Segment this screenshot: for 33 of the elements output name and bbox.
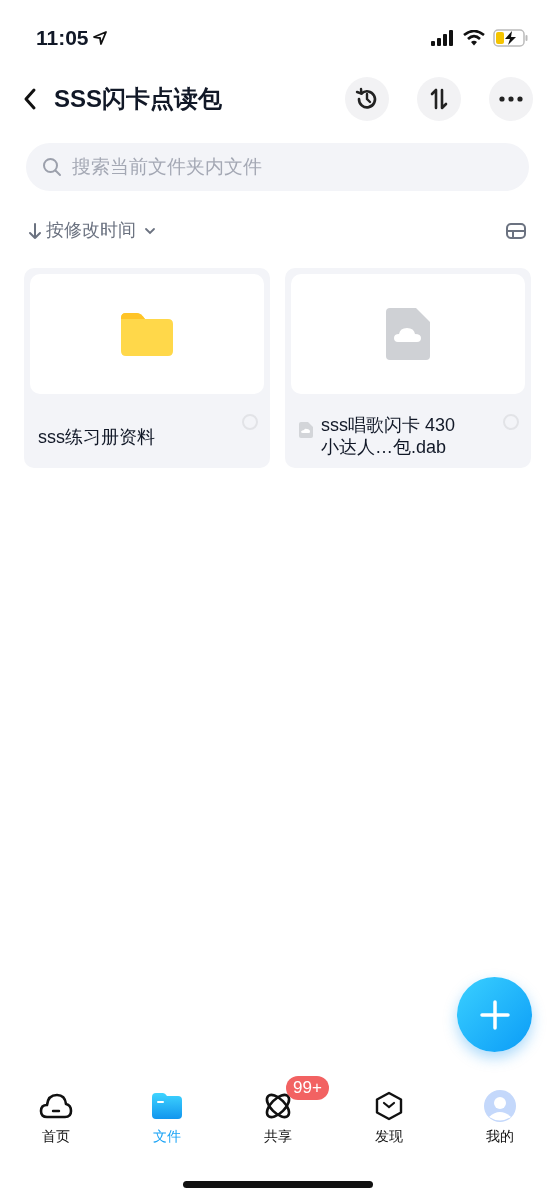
sort-dropdown[interactable]: 按修改时间	[28, 217, 156, 244]
more-icon	[499, 96, 523, 102]
tab-button[interactable]: 首页	[0, 1090, 111, 1147]
plus-icon	[478, 998, 511, 1031]
signal-icon	[431, 29, 455, 46]
folder-title: SSS闪卡点读包	[54, 84, 224, 114]
down-arrow-icon	[28, 221, 42, 240]
sort-button[interactable]	[417, 77, 461, 121]
search-field[interactable]: 搜索当前文件夹内文件	[26, 143, 529, 191]
folder-icon	[121, 312, 173, 356]
more-button[interactable]	[489, 77, 533, 121]
history-button[interactable]	[345, 77, 389, 121]
folder-card[interactable]: sss练习册资料	[24, 268, 270, 468]
file-name: sss练习册资料	[38, 426, 156, 448]
chevron-down-icon	[144, 226, 156, 235]
tab-button[interactable]: 我的	[444, 1090, 555, 1147]
tab-button[interactable]: 发现	[333, 1090, 444, 1147]
back-button[interactable]	[22, 86, 38, 112]
cloud-icon	[38, 1092, 73, 1120]
file-type-icon	[299, 422, 313, 438]
avatar-icon	[483, 1090, 516, 1122]
notification-badge: 99+	[286, 1076, 329, 1100]
search-icon	[42, 157, 62, 177]
wifi-icon	[463, 29, 485, 46]
hexagon-icon	[374, 1091, 403, 1121]
cloud-file-icon	[386, 308, 430, 360]
battery-icon	[493, 28, 529, 47]
file-card[interactable]: sss唱歌闪卡 430 小达人…包.dab	[285, 268, 531, 468]
location-icon	[92, 30, 107, 45]
add-button[interactable]	[457, 977, 532, 1052]
status-time: 11:05	[36, 24, 89, 51]
folder-icon	[151, 1093, 182, 1119]
file-name: sss唱歌闪卡 430 小达人…包.dab	[321, 414, 457, 458]
